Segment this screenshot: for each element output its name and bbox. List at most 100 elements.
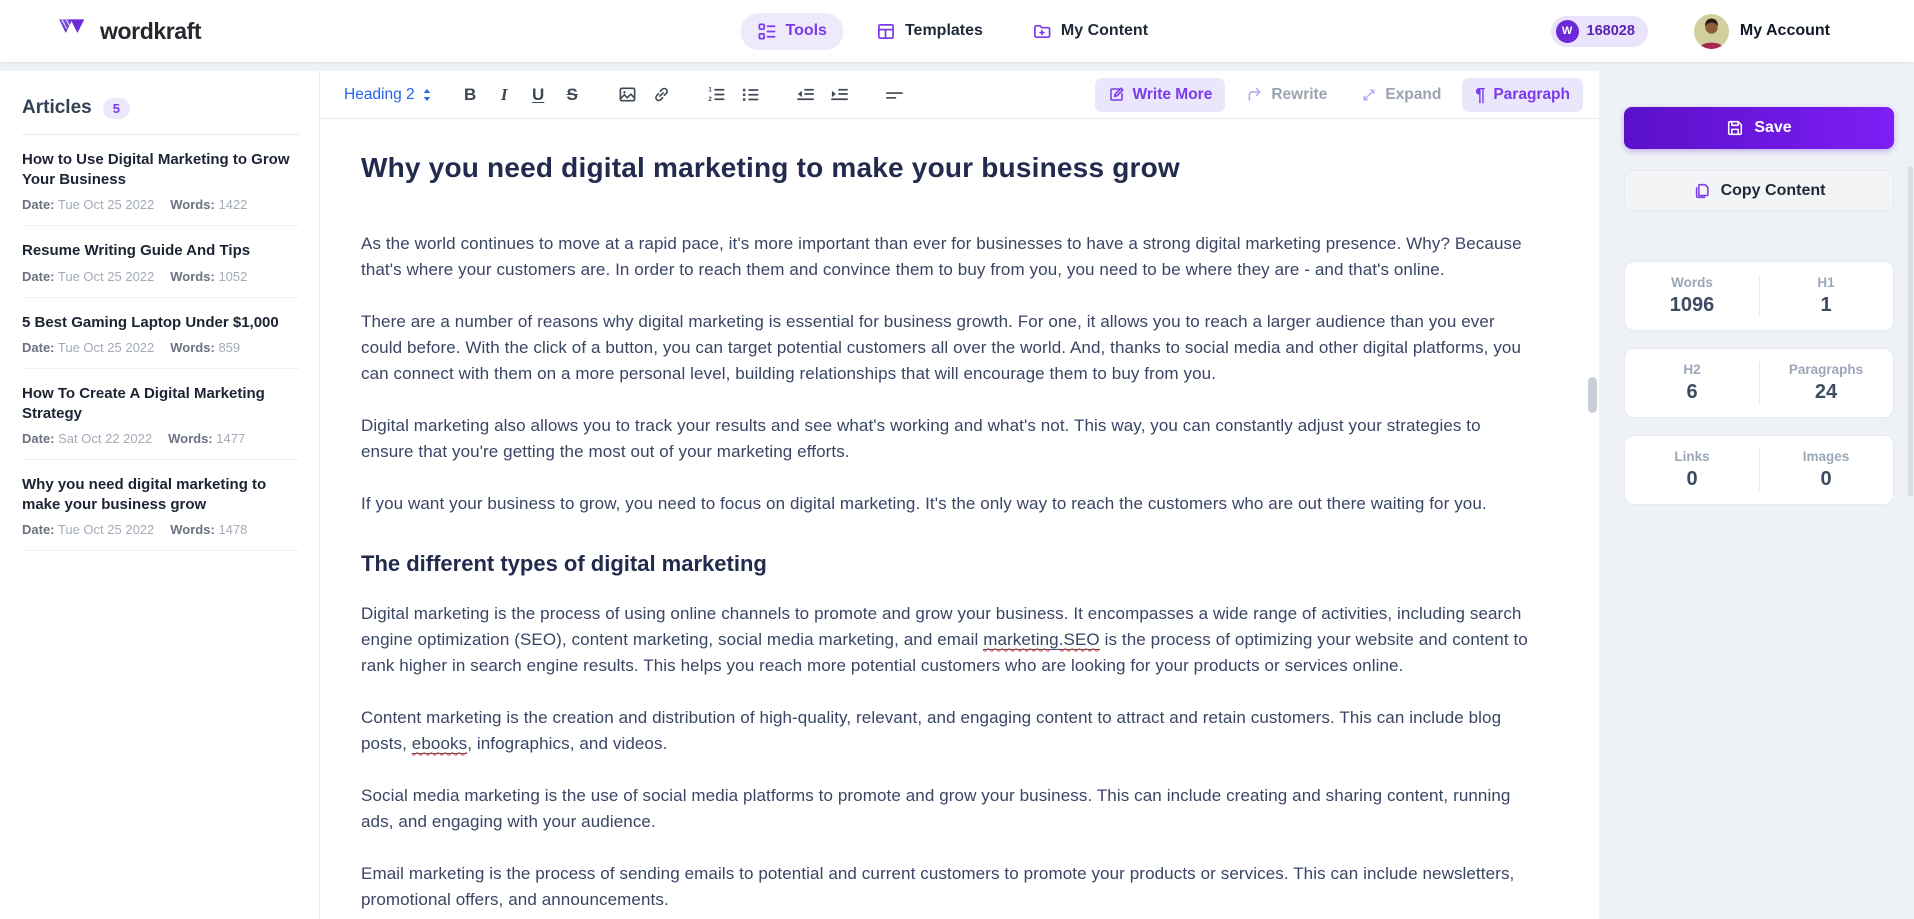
editor-toolbar: Heading 2 B I U S 1 2 Write More Rewrite… xyxy=(320,71,1599,119)
article-words: 1052 xyxy=(218,268,248,284)
article-words: 859 xyxy=(218,340,241,355)
words-label: Words: xyxy=(170,340,215,355)
svg-text:1: 1 xyxy=(708,87,712,94)
article-title: 5 Best Gaming Laptop Under $1,000 xyxy=(22,313,279,331)
content-stats: Words 1096 H1 1 H2 6 Paragraphs 24 Links 0 Images 0 xyxy=(1624,261,1894,505)
rewrite-arrow-icon xyxy=(1246,86,1263,103)
account-label: My Account xyxy=(1739,22,1830,39)
folder-plus-icon xyxy=(1033,22,1052,41)
tab-my-content-label: My Content xyxy=(1060,22,1149,39)
wordkraft-logo-icon xyxy=(58,19,85,33)
article-title: Resume Writing Guide And Tips xyxy=(22,242,251,259)
align-button[interactable] xyxy=(880,80,909,109)
document-link[interactable]: ebooks xyxy=(411,733,468,754)
tab-tools[interactable]: Tools xyxy=(740,12,844,50)
rewrite-button[interactable]: Rewrite xyxy=(1233,78,1340,112)
document-paragraph: There are a number of reasons why digita… xyxy=(361,311,1522,383)
bold-button[interactable]: B xyxy=(456,80,485,109)
tab-templates-label: Templates xyxy=(904,22,983,39)
save-label: Save xyxy=(1754,119,1792,136)
article-list-item[interactable]: How to Use Digital Marketing to Grow You… xyxy=(22,135,299,226)
document-link[interactable]: marketing.SEO xyxy=(983,629,1100,650)
article-list: How to Use Digital Marketing to Grow You… xyxy=(22,135,299,551)
words-label: Words: xyxy=(170,522,215,537)
stat-value: 1096 xyxy=(1669,294,1715,316)
date-label: Date: xyxy=(22,268,55,284)
article-words: 1477 xyxy=(216,431,246,446)
article-count-badge: 5 xyxy=(102,97,130,119)
save-button[interactable]: Save xyxy=(1624,107,1894,149)
date-label: Date: xyxy=(22,522,55,537)
article-date: Tue Oct 25 2022 xyxy=(57,340,155,355)
article-meta: Date: Sat Oct 22 2022 Words: 1477 xyxy=(22,431,299,446)
stat-label: H2 xyxy=(1683,362,1701,377)
misspelled-word: ebooks xyxy=(411,733,468,753)
pencil-square-icon xyxy=(1108,86,1125,103)
copy-content-button[interactable]: Copy Content xyxy=(1624,170,1894,211)
ai-actions: Write More Rewrite Expand ¶ Paragraph xyxy=(1094,77,1583,112)
brand-logo[interactable]: wordkraft xyxy=(58,18,202,45)
stat-label: Links xyxy=(1674,449,1710,464)
account-menu[interactable]: My Account xyxy=(1693,13,1830,49)
token-icon: W xyxy=(1555,19,1579,43)
strikethrough-button[interactable]: S xyxy=(558,80,587,109)
pilcrow-icon: ¶ xyxy=(1475,84,1486,105)
stat-value: 0 xyxy=(1686,468,1698,490)
articles-sidebar: Articles 5 How to Use Digital Marketing … xyxy=(0,71,320,919)
misspelled-word: marketing.SEO xyxy=(983,629,1100,649)
stats-card: H2 6 Paragraphs 24 xyxy=(1624,348,1894,418)
article-list-item[interactable]: Why you need digital marketing to make y… xyxy=(22,460,299,551)
insert-image-button[interactable] xyxy=(613,80,642,109)
main-layout: Articles 5 How to Use Digital Marketing … xyxy=(0,71,1914,919)
date-label: Date: xyxy=(22,340,55,355)
right-panel: Save Copy Content Words 1096 H1 1 H2 6 Paragra… xyxy=(1599,71,1914,919)
svg-text:2: 2 xyxy=(708,96,712,103)
editor-scrollbar-thumb[interactable] xyxy=(1588,377,1597,413)
stat-cell: H1 1 xyxy=(1759,262,1893,330)
primary-nav: Tools Templates My Content xyxy=(740,0,1165,62)
sidebar-title: Articles xyxy=(22,97,92,118)
article-list-item[interactable]: How To Create A Digital Marketing Strate… xyxy=(22,369,299,460)
stats-card: Links 0 Images 0 xyxy=(1624,435,1894,505)
article-list-item[interactable]: 5 Best Gaming Laptop Under $1,000 Date: T… xyxy=(22,298,299,369)
article-title: How to Use Digital Marketing to Grow You… xyxy=(22,151,290,188)
document-paragraph: Content marketing is the creation and di… xyxy=(361,707,1502,754)
insert-link-button[interactable] xyxy=(647,80,676,109)
heading-select[interactable]: Heading 2 xyxy=(344,86,432,104)
tab-templates[interactable]: Templates xyxy=(860,13,1000,50)
expand-button[interactable]: Expand xyxy=(1348,78,1454,112)
document-body[interactable]: Why you need digital marketing to make y… xyxy=(320,119,1599,913)
outdent-button[interactable] xyxy=(791,80,820,109)
ordered-list-button[interactable]: 1 2 xyxy=(702,80,731,109)
italic-button[interactable]: I xyxy=(490,80,519,109)
navbar-right: W 168028 My Account xyxy=(1550,13,1830,49)
date-label: Date: xyxy=(22,431,55,446)
article-meta: Date: Tue Oct 25 2022 Words: 1052 xyxy=(22,269,299,284)
tab-my-content[interactable]: My Content xyxy=(1016,13,1165,50)
avatar xyxy=(1693,13,1729,49)
rewrite-label: Rewrite xyxy=(1271,85,1328,103)
heading-select-value: Heading 2 xyxy=(344,85,415,103)
article-meta: Date: Tue Oct 25 2022 Words: 1422 xyxy=(22,197,299,212)
article-date: Tue Oct 25 2022 xyxy=(57,522,155,537)
stat-label: H1 xyxy=(1817,275,1835,290)
stat-cell: Words 1096 xyxy=(1625,262,1759,330)
document-paragraph: If you want your business to grow, you n… xyxy=(361,493,1487,513)
stat-cell: Paragraphs 24 xyxy=(1759,349,1893,417)
top-navbar: wordkraft Tools Templates My Content W 1… xyxy=(0,0,1914,62)
bullet-list-button[interactable] xyxy=(736,80,765,109)
paragraph-button[interactable]: ¶ Paragraph xyxy=(1462,77,1583,112)
document-paragraph: Digital marketing is the process of usin… xyxy=(361,603,1528,675)
page-scrollbar-thumb[interactable] xyxy=(1908,166,1913,496)
write-more-button[interactable]: Write More xyxy=(1094,77,1226,112)
token-balance[interactable]: W 168028 xyxy=(1550,15,1648,47)
templates-icon xyxy=(877,22,896,41)
stat-value: 24 xyxy=(1814,381,1838,403)
indent-button[interactable] xyxy=(825,80,854,109)
date-label: Date: xyxy=(22,197,55,212)
stat-cell: Images 0 xyxy=(1759,436,1893,504)
underline-button[interactable]: U xyxy=(524,80,553,109)
article-list-item[interactable]: Resume Writing Guide And Tips Date: Tue O… xyxy=(22,226,299,298)
article-words: 1478 xyxy=(218,522,248,537)
stat-label: Paragraphs xyxy=(1788,362,1864,377)
